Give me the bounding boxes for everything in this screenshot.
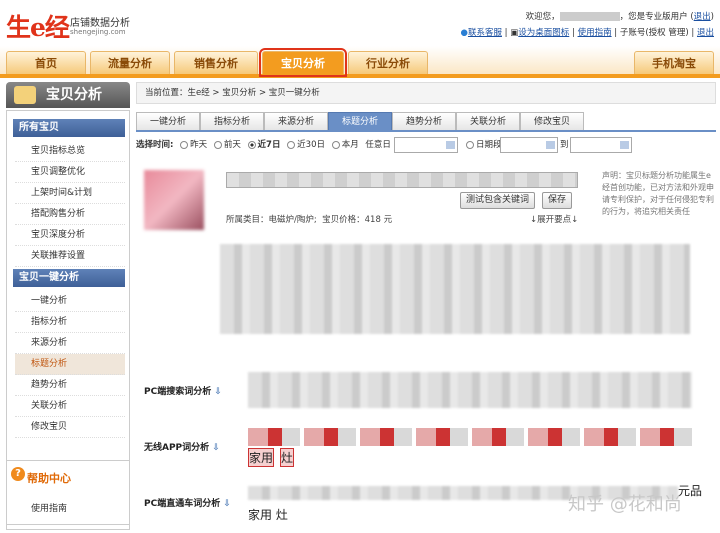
time-filter: 选择时间: 昨天 前天 近7日 近30日 本月 任意日 日期段 到 [136,136,716,154]
header: 生e经 店铺数据分析 shengejing.com 欢迎您， ，您是专业版用户 (… [0,0,720,46]
item-icon [14,86,36,104]
notice-text: 声明：宝贝标题分析功能属生e经首创功能，已对方法和外观申请专利保护，对于任何侵犯… [602,171,714,216]
tab-related[interactable]: 关联分析 [456,112,520,130]
product-meta: 所属类目：电磁炉/陶炉; 宝贝价格：418 元 [226,215,393,225]
sidebar-item[interactable]: 一键分析 [15,291,125,312]
breadcrumb: 当前位置：生e经 > 宝贝分析 > 宝贝一键分析 [136,82,716,104]
nav-traffic[interactable]: 流量分析 [90,51,170,74]
redacted-content [220,244,690,334]
tab-title[interactable]: 标题分析 [328,112,392,130]
username-redacted [559,12,620,21]
sidebar-item[interactable]: 趋势分析 [15,375,125,396]
pc-search-row-label: PC端搜索词分析 ⇩ [144,387,222,397]
sub-tabs: 一键分析 指标分析 来源分析 标题分析 趋势分析 关联分析 修改宝贝 [136,112,716,132]
radio-period[interactable] [466,141,474,149]
guide-link[interactable]: 使用指南 [578,28,612,38]
tab-metrics[interactable]: 指标分析 [200,112,264,130]
contact-link[interactable]: 联系客服 [468,28,502,38]
tab-trend[interactable]: 趋势分析 [392,112,456,130]
exit-link[interactable]: 退出 [697,28,714,38]
logout-link[interactable]: 退出 [694,12,711,22]
sidebar-item[interactable]: 上架时间&计划 [15,183,125,204]
radio-30days[interactable] [287,140,296,149]
sidebar-item[interactable]: 关联推荐设置 [15,246,125,267]
keyword-chip[interactable]: 家用 [248,448,275,467]
calendar-icon[interactable] [620,141,629,149]
service-icon: ● [460,28,468,38]
keyword-chip[interactable]: 灶 [280,448,295,467]
download-icon[interactable]: ⇩ [223,499,231,509]
sidebar-item[interactable]: 关联分析 [15,396,125,417]
date-input-end[interactable] [570,137,632,153]
download-icon[interactable]: ⇩ [212,443,220,453]
help-center: ? 帮助中心 使用指南 [6,460,130,530]
radio-7days[interactable] [247,140,256,149]
sidebar-item[interactable]: 宝贝指标总览 [15,141,125,162]
pc-search-words [248,372,692,408]
sidebar-item[interactable]: 指标分析 [15,312,125,333]
desktop-link[interactable]: 设为桌面图标 [518,28,569,38]
sidebar-item[interactable]: 搭配购售分析 [15,204,125,225]
main-nav: 首页 流量分析 销售分析 宝贝分析 行业分析 手机淘宝 [0,46,720,78]
sidebar-section-all[interactable]: 所有宝贝 [13,119,125,137]
sidebar-item[interactable]: 来源分析 [15,333,125,354]
nav-sales[interactable]: 销售分析 [174,51,258,74]
test-keyword-button[interactable]: 测试包含关键词 [460,192,536,209]
tab-oneclick[interactable]: 一键分析 [136,112,200,130]
product-image[interactable] [144,170,204,230]
expand-toggle[interactable]: ↓展开要点↓ [530,213,578,225]
header-links: ●联系客服 | ▣设为桌面图标 | 使用指南 | 子账号(授权 管理) | 退出 [460,28,714,38]
sidebar-item[interactable]: 宝贝深度分析 [15,225,125,246]
sidebar-item-title-analysis[interactable]: 标题分析 [15,354,125,375]
sidebar-item[interactable]: 修改宝贝 [15,417,125,438]
radio-month[interactable] [331,140,340,149]
welcome-text: 欢迎您， ，您是专业版用户 (退出) [525,12,714,22]
logo-url: shengejing.com [70,28,126,36]
nav-industry[interactable]: 行业分析 [348,51,428,74]
help-guide-link[interactable]: 使用指南 [31,501,67,514]
calendar-icon[interactable] [546,141,555,149]
radio-daybefore[interactable] [213,140,222,149]
help-title: 帮助中心 [27,472,71,485]
tab-source[interactable]: 来源分析 [264,112,328,130]
logo[interactable]: 生e经 [6,8,70,44]
title-input[interactable] [226,172,578,188]
logo-subtitle: 店铺数据分析 [70,18,130,29]
nav-home[interactable]: 首页 [6,51,86,74]
app-row-label: 无线APP词分析 ⇩ [144,443,220,453]
help-icon: ? [11,467,25,481]
watermark: 知乎 @花和尚 [568,494,682,515]
calendar-icon[interactable] [446,141,455,149]
ztc-keywords: 家用 灶 [248,508,288,522]
sidebar-title: 宝贝分析 [6,82,130,108]
subaccount-link[interactable]: 子账号(授权 管理) [620,28,689,38]
nav-mobile-taobao[interactable]: 手机淘宝 [634,51,714,74]
radio-yesterday[interactable] [180,140,189,149]
download-icon[interactable]: ⇩ [214,387,222,397]
date-input-any[interactable] [394,137,458,153]
save-button[interactable]: 保存 [542,192,573,209]
app-words [248,428,692,446]
date-input-start[interactable] [500,137,558,153]
nav-item-analysis[interactable]: 宝贝分析 [259,48,347,77]
pc-ztc-row-label: PC端直通车词分析 ⇩ [144,499,231,509]
sidebar-section-oneclick[interactable]: 宝贝一键分析 [13,269,125,287]
sidebar-item[interactable]: 宝贝调整优化 [15,162,125,183]
main-content: 当前位置：生e经 > 宝贝分析 > 宝贝一键分析 一键分析 指标分析 来源分析 … [136,82,716,533]
tab-edit[interactable]: 修改宝贝 [520,112,584,130]
